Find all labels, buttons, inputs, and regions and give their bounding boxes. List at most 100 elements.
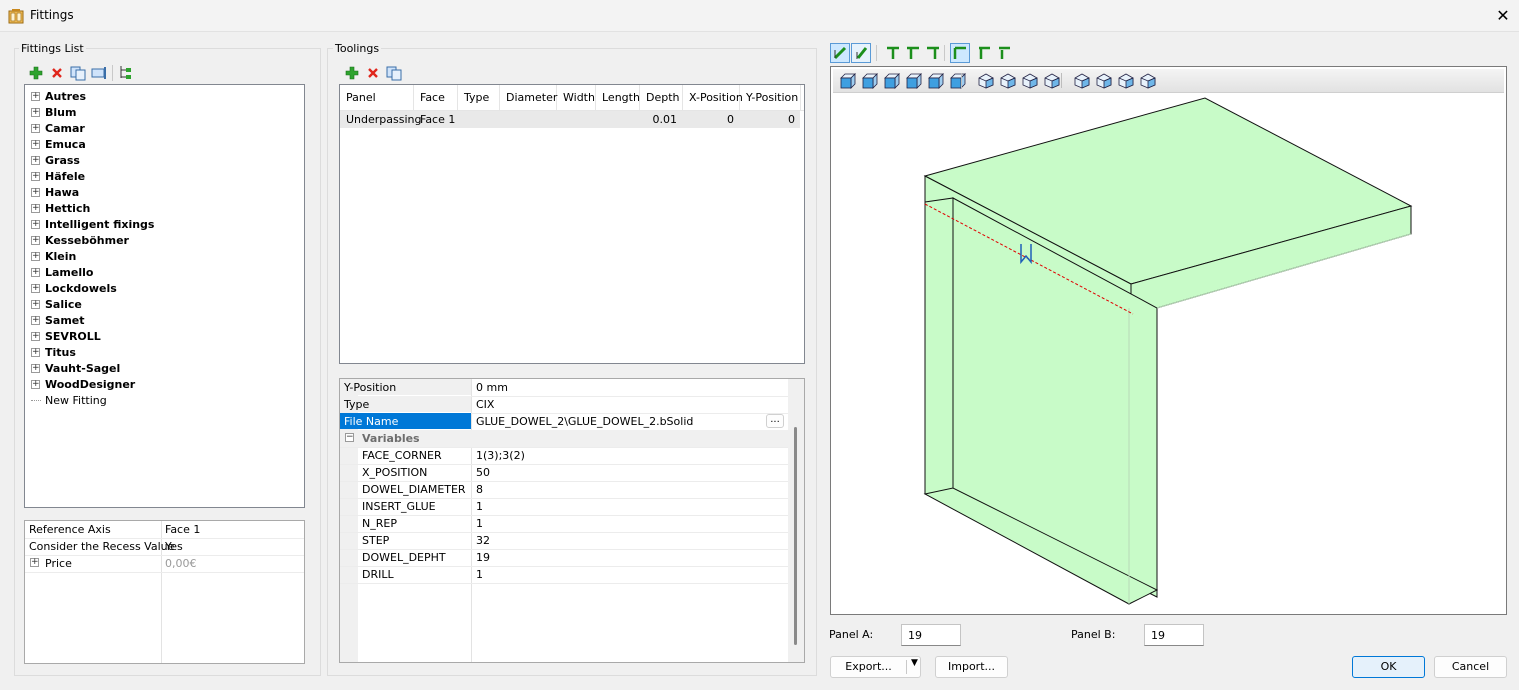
view-top-icon[interactable] [927,72,944,89]
variable-value[interactable]: 1(3);3(2) [476,449,525,462]
variables-category-row[interactable]: − Variables [340,430,788,448]
copy-tooling-icon[interactable] [386,65,402,81]
view-iso-8-icon[interactable] [1139,72,1156,89]
variable-row[interactable]: N_REP 1 [340,515,788,533]
delete-icon[interactable] [49,65,65,81]
tree-item[interactable]: + Samet [31,312,85,328]
tree-item[interactable]: + Grass [31,152,80,168]
view-iso-3-icon[interactable] [1021,72,1038,89]
tree-item-new[interactable]: New Fitting [31,392,107,408]
tree-item[interactable]: + Intelligent fixings [31,216,154,232]
view-back-icon[interactable] [861,72,878,89]
property-row[interactable]: Reference Axis Face 1 [25,521,304,539]
variable-value[interactable]: 1 [476,568,483,581]
panel-a-input[interactable] [901,624,961,646]
view-iso-2-icon[interactable] [999,72,1016,89]
import-button[interactable]: Import... [935,656,1008,678]
scrollbar-thumb[interactable] [794,427,797,645]
close-icon[interactable]: ✕ [1492,5,1514,27]
variable-row[interactable]: STEP 32 [340,532,788,550]
variable-row[interactable]: DRILL 1 [340,566,788,584]
variable-row[interactable]: DOWEL_DIAMETER 8 [340,481,788,499]
chevron-down-icon[interactable]: ▼ [909,658,920,668]
cancel-button[interactable]: Cancel [1434,656,1507,678]
tree-item[interactable]: + Blum [31,104,76,120]
expand-icon[interactable]: + [31,299,40,309]
expand-icon[interactable]: + [31,123,40,133]
column-header[interactable]: X-Position [683,85,743,111]
tree-item[interactable]: + Kesseböhmer [31,232,129,248]
view-iso-1-icon[interactable] [977,72,994,89]
tree-item[interactable]: + Autres [31,88,86,104]
property-row[interactable]: Consider the Recess Value Yes [25,538,304,556]
property-row[interactable]: Type CIX [340,396,788,414]
expand-icon[interactable]: + [31,139,40,149]
copy-icon[interactable] [70,65,86,81]
expand-icon[interactable]: + [31,171,40,181]
export-split-button[interactable]: Export... ▼ [830,656,921,678]
column-header[interactable]: Width [557,85,596,111]
variable-value[interactable]: 50 [476,466,490,479]
tree-item[interactable]: + Titus [31,344,76,360]
joint-t-offset-icon[interactable] [904,44,921,61]
browse-button[interactable]: ... [766,414,784,428]
variable-value[interactable]: 8 [476,483,483,496]
variable-value[interactable]: 1 [476,517,483,530]
expand-icon[interactable]: + [31,347,40,357]
expand-icon[interactable]: + [31,315,40,325]
variable-value[interactable]: 19 [476,551,490,564]
view-front-icon[interactable] [839,72,856,89]
property-value[interactable]: 0,00€ [165,557,197,570]
tree-item[interactable]: + Hettich [31,200,90,216]
property-value[interactable]: CIX [476,398,494,411]
column-header[interactable]: Type [458,85,500,111]
tree-item[interactable]: + WoodDesigner [31,376,135,392]
joint-t-icon[interactable] [884,44,901,61]
property-value[interactable]: GLUE_DOWEL_2\GLUE_DOWEL_2.bSolid [476,415,693,428]
table-row[interactable]: Underpassing Face 1 0.01 0 0 [340,111,800,128]
joint-corner-3-icon[interactable] [995,44,1012,61]
variable-row[interactable]: X_POSITION 50 [340,464,788,482]
expand-icon[interactable]: + [31,251,40,261]
assembly-view-2-icon[interactable] [851,43,871,63]
expand-icon[interactable]: + [31,235,40,245]
tree-item[interactable]: + Lamello [31,264,93,280]
view-right-icon[interactable] [905,72,922,89]
variable-row[interactable]: DOWEL_DEPHT 19 [340,549,788,567]
tree-item[interactable]: + Hawa [31,184,79,200]
property-row[interactable]: Y-Position 0 mm [340,379,788,397]
export-button-label[interactable]: Export... [831,660,906,673]
expand-icon[interactable]: + [31,379,40,389]
tree-item[interactable]: + Salice [31,296,82,312]
expand-icon[interactable]: + [31,219,40,229]
column-header[interactable]: Y-Position [740,85,801,111]
view-bottom-icon[interactable] [949,72,966,89]
expand-icon[interactable]: + [31,187,40,197]
property-row[interactable]: Price +0,00€ [25,555,304,573]
rename-icon[interactable] [91,65,107,81]
add-icon[interactable] [28,65,44,81]
tree-item[interactable]: + Klein [31,248,76,264]
tree-item[interactable]: + SEVROLL [31,328,101,344]
expand-icon[interactable]: + [31,91,40,101]
tree-item[interactable]: + Lockdowels [31,280,117,296]
3d-viewport[interactable] [830,66,1507,615]
property-value[interactable]: Face 1 [165,523,200,536]
expand-icon[interactable]: + [31,283,40,293]
column-header[interactable]: Length [596,85,640,111]
delete-tooling-icon[interactable] [365,65,381,81]
ok-button[interactable]: OK [1352,656,1425,678]
expand-icon[interactable]: + [31,363,40,373]
add-tooling-icon[interactable] [344,65,360,81]
property-row[interactable]: File Name GLUE_DOWEL_2\GLUE_DOWEL_2.bSoli… [340,413,788,431]
tree-structure-icon[interactable] [118,65,134,81]
assembly-view-1-icon[interactable] [830,43,850,63]
tree-item[interactable]: + Emuca [31,136,86,152]
variable-value[interactable]: 1 [476,500,483,513]
property-value[interactable]: 0 mm [476,381,508,394]
panel-b-input[interactable] [1144,624,1204,646]
expand-icon[interactable]: + [31,203,40,213]
column-header[interactable]: Diameter [500,85,557,111]
joint-t-end-icon[interactable] [924,44,941,61]
variable-value[interactable]: 32 [476,534,490,547]
